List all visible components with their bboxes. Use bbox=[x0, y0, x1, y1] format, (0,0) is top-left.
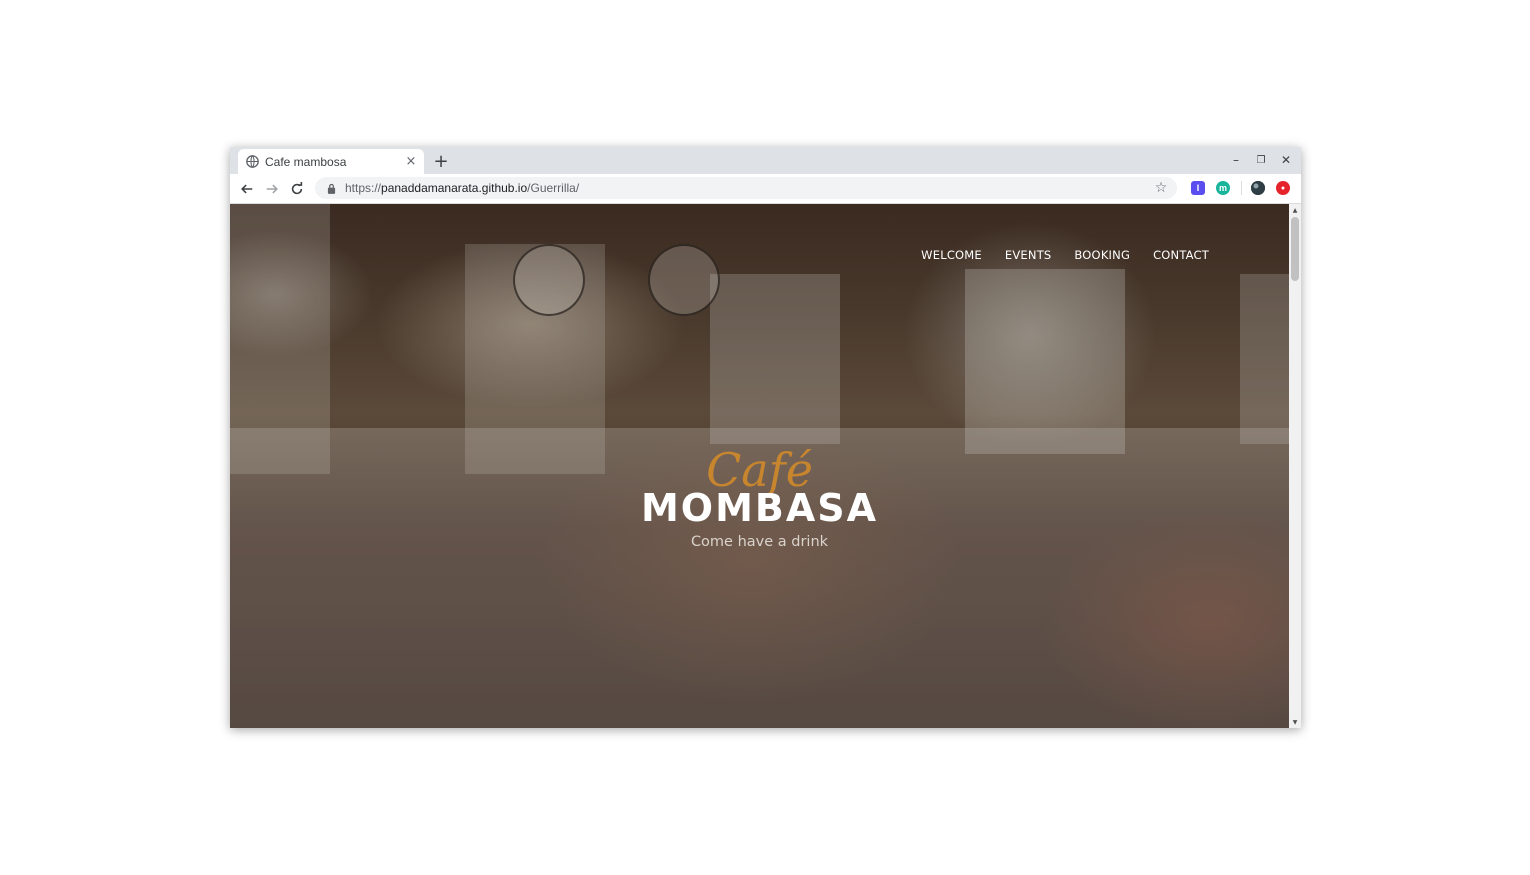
url-path: /Guerrilla/ bbox=[527, 181, 580, 195]
page-viewport: WELCOME EVENTS BOOKING CONTACT Café MOMB… bbox=[230, 204, 1289, 728]
hero-background-image bbox=[230, 204, 1289, 728]
nav-welcome[interactable]: WELCOME bbox=[921, 248, 982, 262]
lock-icon bbox=[325, 182, 337, 194]
nav-events[interactable]: EVENTS bbox=[1005, 248, 1052, 262]
vertical-scrollbar[interactable]: ▲ ▼ bbox=[1289, 204, 1301, 728]
browser-window: Cafe mambosa × + – ❐ ✕ https://panaddama… bbox=[230, 147, 1301, 728]
scroll-down-icon[interactable]: ▼ bbox=[1289, 716, 1301, 728]
scrollbar-thumb[interactable] bbox=[1291, 217, 1299, 281]
tab-title: Cafe mambosa bbox=[265, 154, 347, 169]
close-tab-icon[interactable]: × bbox=[402, 153, 420, 171]
url-scheme: https:// bbox=[345, 181, 382, 195]
extension-purple-icon[interactable]: I bbox=[1191, 181, 1205, 195]
extension-teal-icon[interactable]: m bbox=[1216, 181, 1230, 195]
profile-avatar-icon[interactable] bbox=[1251, 181, 1265, 195]
maximize-icon[interactable]: ❐ bbox=[1250, 151, 1272, 169]
address-bar[interactable]: https://panaddamanarata.github.io/Guerri… bbox=[315, 177, 1177, 199]
minimize-icon[interactable]: – bbox=[1225, 151, 1247, 169]
globe-icon bbox=[246, 155, 259, 168]
nav-booking[interactable]: BOOKING bbox=[1074, 248, 1130, 262]
extension-red-icon[interactable]: ● bbox=[1276, 181, 1290, 195]
browser-toolbar: https://panaddamanarata.github.io/Guerri… bbox=[230, 174, 1301, 204]
hero-title: MOMBASA bbox=[640, 486, 879, 530]
close-window-icon[interactable]: ✕ bbox=[1275, 151, 1297, 169]
reload-icon[interactable] bbox=[286, 178, 308, 200]
url-host: panaddamanarata.github.io bbox=[381, 181, 528, 195]
site-nav: WELCOME EVENTS BOOKING CONTACT bbox=[921, 248, 1209, 262]
new-tab-button[interactable]: + bbox=[431, 151, 451, 172]
back-arrow-icon[interactable] bbox=[236, 178, 258, 200]
bookmark-star-icon[interactable]: ☆ bbox=[1153, 180, 1169, 196]
url-text: https://panaddamanarata.github.io/Guerri… bbox=[345, 181, 579, 195]
scroll-up-icon[interactable]: ▲ bbox=[1289, 204, 1301, 216]
toolbar-separator bbox=[1241, 181, 1242, 195]
hero-tagline: Come have a drink bbox=[690, 534, 829, 550]
forward-arrow-icon[interactable] bbox=[261, 178, 283, 200]
browser-tab[interactable]: Cafe mambosa × bbox=[238, 149, 424, 174]
tab-strip: Cafe mambosa × + – ❐ ✕ bbox=[230, 147, 1301, 174]
nav-contact[interactable]: CONTACT bbox=[1153, 248, 1209, 262]
